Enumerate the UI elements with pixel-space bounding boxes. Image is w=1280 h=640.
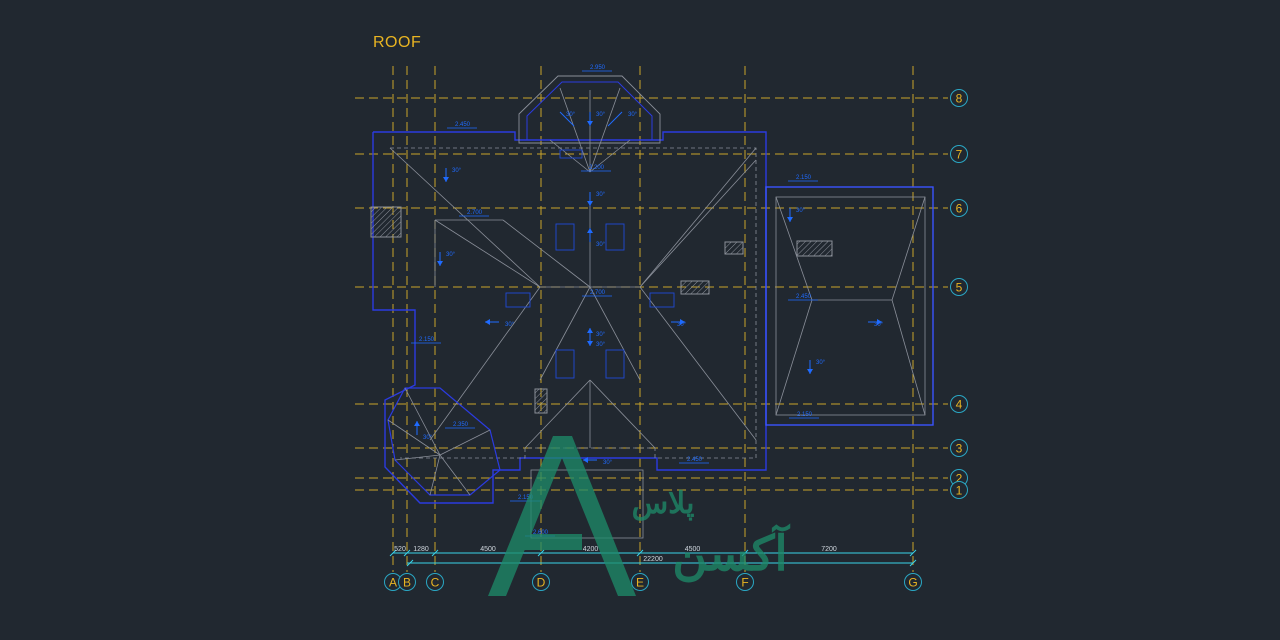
roof-annotations: 30° 30° 30° 30° 30° 30° 30° 30° 30° 30° 30° 30° 30° 3… <box>411 65 884 537</box>
slope-arrow <box>607 111 623 127</box>
slope-label: 30° <box>505 322 515 328</box>
slope-label: 30° <box>796 208 806 214</box>
chimney <box>370 206 402 238</box>
cad-viewport: ROOF 30° 30° 30° 30° 30° 30° 30° 30° 30° 30° 30° 30… <box>0 0 1280 640</box>
logo-crossbar <box>520 534 582 550</box>
roof-outline-east-wing <box>765 186 934 426</box>
level-label: 2.200 <box>589 165 605 171</box>
slope-arrowhead <box>807 369 813 374</box>
level-label: 2.450 <box>455 122 471 128</box>
slope-label: 30° <box>423 435 433 441</box>
skylight <box>555 223 575 251</box>
skylight <box>505 292 531 308</box>
bay-roof-north <box>518 75 661 144</box>
eave-line <box>390 147 757 459</box>
hip-line <box>502 219 591 288</box>
slope-arrowhead <box>787 217 793 222</box>
slope-label: 30° <box>596 192 606 198</box>
grid-label-row: 3 <box>956 442 963 456</box>
slope-label: 30° <box>446 252 456 258</box>
grid-label-row: 1 <box>956 484 963 498</box>
grid-label-col: D <box>537 576 546 590</box>
level-label: 2.150 <box>796 175 812 181</box>
skylight <box>555 349 575 379</box>
skylight <box>605 223 625 251</box>
bay-hip-line <box>439 454 471 496</box>
slope-label: 30° <box>628 112 638 118</box>
level-label: 2.700 <box>467 210 483 216</box>
dimension-value: 7200 <box>821 546 837 553</box>
bay-roof-north-inner <box>526 81 653 141</box>
east-hip-line <box>891 196 926 301</box>
hip-line <box>639 159 757 288</box>
hip-line <box>639 286 757 441</box>
chimney <box>724 241 744 255</box>
hip-line <box>429 286 541 441</box>
logo-letter-mark <box>488 436 636 596</box>
total-dimension-value: 22200 <box>643 556 663 563</box>
slope-arrowhead <box>587 121 593 126</box>
bay-hip-line <box>394 454 441 461</box>
dimension-chain: 520 1280 4500 4200 4500 720022200 <box>389 546 917 567</box>
slope-arrowhead <box>587 228 593 233</box>
east-hip-line <box>891 299 926 416</box>
grid-label-row: 6 <box>956 202 963 216</box>
east-wing-eave <box>775 196 926 416</box>
slope-label: 30° <box>874 322 884 328</box>
grid-label-col: B <box>403 576 411 590</box>
slope-label: 30° <box>677 322 687 328</box>
level-label: 2.700 <box>590 290 606 296</box>
dimension-value: 520 <box>394 546 406 553</box>
slope-label: 30° <box>603 460 613 466</box>
dimension-value: 4500 <box>480 546 496 553</box>
logo-text-line2: آکسن <box>672 522 790 583</box>
grid-label-col: G <box>908 576 917 590</box>
slope-arrowhead <box>437 261 443 266</box>
roof-plan-drawing: 30° 30° 30° 30° 30° 30° 30° 30° 30° 30° 30° 30° 30° 3… <box>355 65 968 596</box>
grid-label-col: A <box>389 576 397 590</box>
skylight <box>605 349 625 379</box>
hip-line <box>639 147 757 288</box>
east-hip-line <box>775 299 813 416</box>
hip-line <box>559 87 591 173</box>
slope-label: 30° <box>596 342 606 348</box>
grid-label-row: 7 <box>956 148 963 162</box>
bay-hip-line <box>439 429 491 456</box>
grid-label-row: 8 <box>956 92 963 106</box>
dimension-value: 1280 <box>413 546 429 553</box>
chimney <box>534 388 548 414</box>
grid-label-row: 5 <box>956 281 963 295</box>
slope-arrowhead <box>587 328 593 333</box>
level-label: 2.150 <box>419 337 435 343</box>
level-label: 2.950 <box>590 65 606 71</box>
slope-arrowhead <box>414 421 420 426</box>
level-label: 2.450 <box>687 457 703 463</box>
roof-geometry <box>370 75 934 539</box>
slope-label: 30° <box>596 242 606 248</box>
logo-text-line1: پلاس <box>632 487 695 522</box>
slope-arrowhead <box>587 201 593 206</box>
level-label: 2.150 <box>797 412 813 418</box>
slope-label: 30° <box>452 168 462 174</box>
slope-label: 30° <box>566 112 576 118</box>
level-label: 2.350 <box>453 422 469 428</box>
dimension-value: 4200 <box>583 546 599 553</box>
level-label: 2.450 <box>796 294 812 300</box>
chimney <box>680 280 710 295</box>
hip-line <box>589 379 656 449</box>
grid-label-col: E <box>636 576 644 590</box>
hip-line <box>539 286 591 381</box>
slope-arrowhead <box>443 177 449 182</box>
hip-line <box>589 87 621 173</box>
hip-line <box>389 147 541 288</box>
chimney <box>796 240 833 257</box>
grid-label-row: 4 <box>956 398 963 412</box>
slope-arrowhead <box>485 319 490 325</box>
slope-label: 30° <box>816 360 826 366</box>
grid-label-col: C <box>431 576 440 590</box>
slope-label: 30° <box>596 112 606 118</box>
slope-label: 30° <box>596 332 606 338</box>
